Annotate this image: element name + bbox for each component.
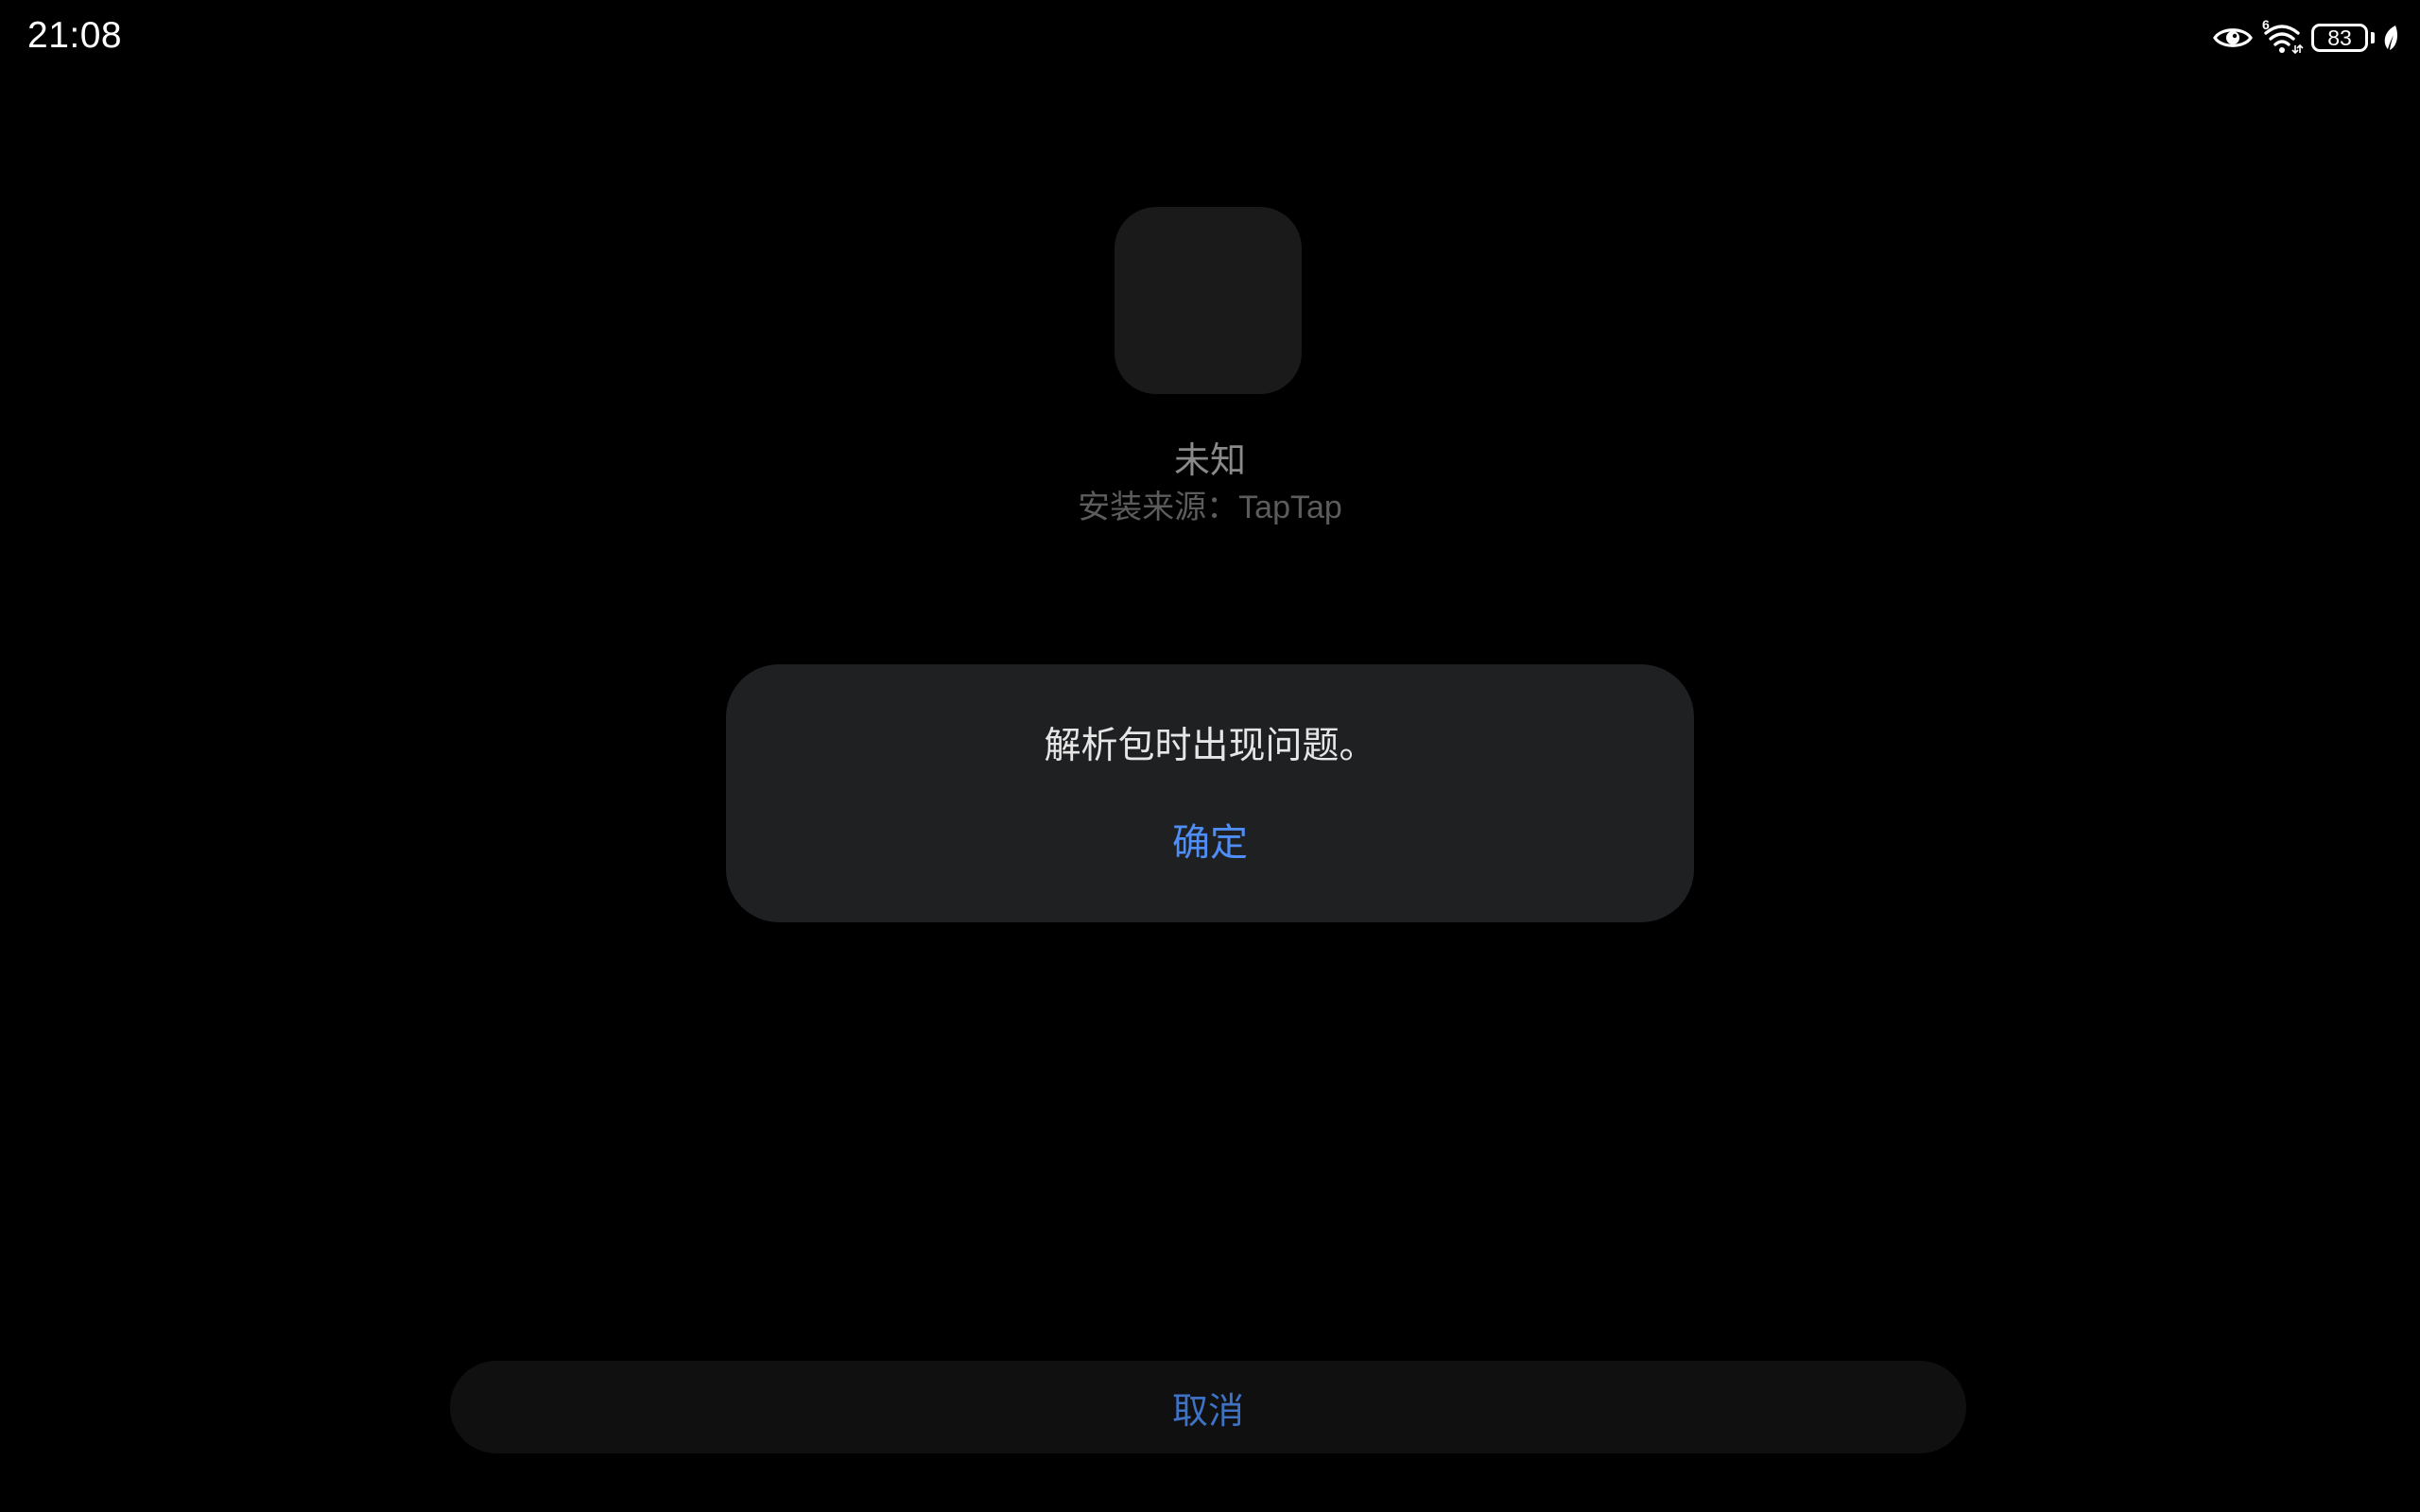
battery-tip: [2371, 32, 2375, 43]
battery-icon: 83: [2311, 24, 2375, 52]
install-source: 安装来源：TapTap: [0, 487, 2420, 528]
cancel-button[interactable]: 取消: [450, 1361, 1966, 1453]
dialog-message: 解析包时出现问题。: [1044, 725, 1376, 767]
install-source-value: TapTap: [1238, 490, 1342, 525]
ok-button[interactable]: 确定: [1115, 806, 1305, 872]
eye-icon: [2213, 24, 2253, 52]
status-icons: 6 83: [2213, 17, 2399, 57]
app-icon-placeholder: [1115, 207, 1302, 394]
status-time: 21:08: [27, 15, 123, 56]
error-dialog: 解析包时出现问题。 确定: [726, 664, 1694, 922]
installer-screen: 21:08 6 83 未知 安装来源：TapTap 解析包时出现问题。 确定 取…: [0, 0, 2420, 1512]
leaf-icon: [2382, 24, 2399, 52]
install-source-label: 安装来源：: [1078, 489, 1239, 526]
status-bar: 21:08 6 83: [0, 0, 2420, 76]
battery-level: 83: [2311, 24, 2368, 52]
wifi-icon: 6: [2260, 17, 2304, 55]
app-name: 未知: [1173, 439, 1246, 481]
